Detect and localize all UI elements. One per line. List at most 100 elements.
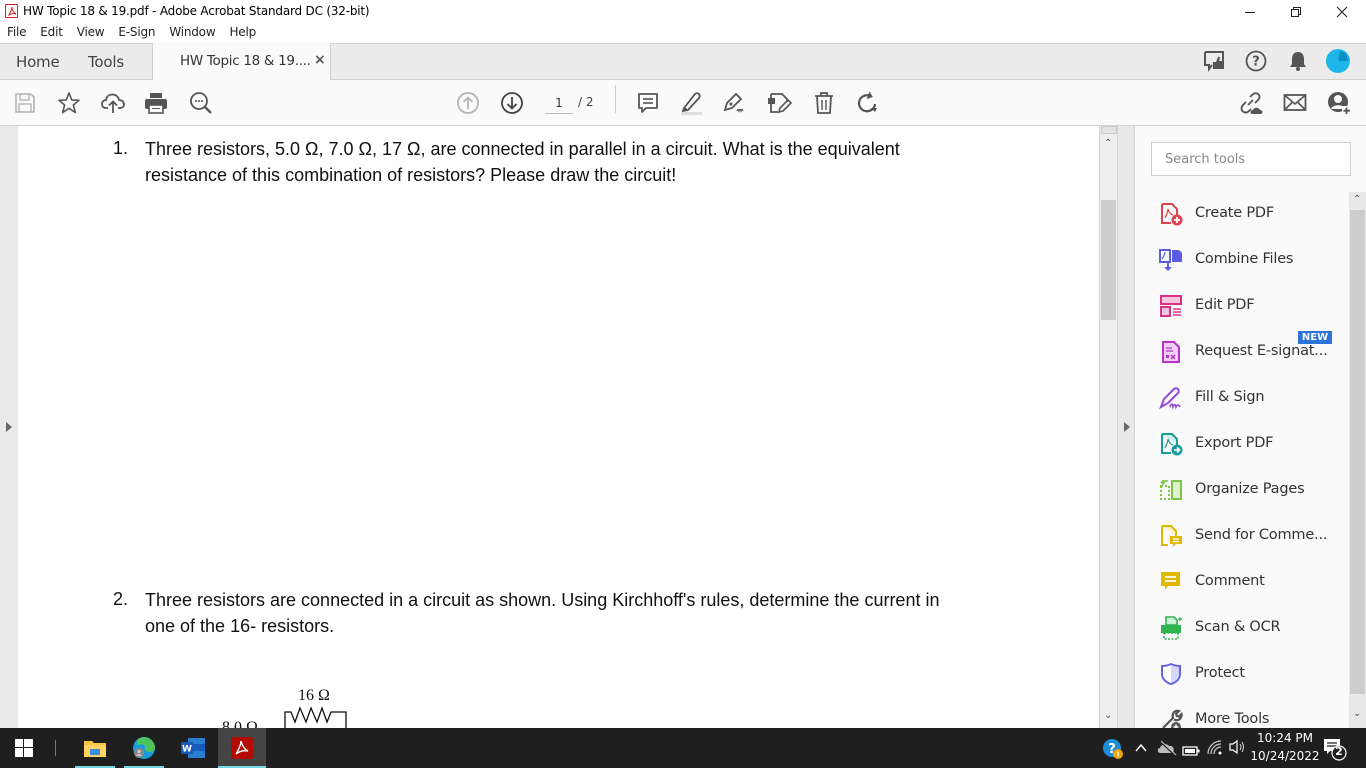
menu-window[interactable]: Window — [162, 23, 222, 43]
clock-time[interactable]: 10:24 PM — [1250, 731, 1320, 745]
tool-export-pdf[interactable]: Export PDF — [1159, 430, 1339, 458]
scroll-up-icon[interactable]: ⌃ — [1104, 138, 1112, 149]
scroll-down-icon[interactable]: ⌄ — [1104, 710, 1112, 721]
tab-tools[interactable]: Tools — [88, 53, 124, 71]
tool-label: More Tools — [1195, 711, 1270, 727]
menu-view[interactable]: View — [70, 23, 112, 43]
page-number-input[interactable]: 1 — [545, 92, 573, 114]
taskbar-file-explorer[interactable] — [75, 728, 115, 768]
bookmark-star-icon[interactable] — [56, 90, 82, 116]
tool-label: Organize Pages — [1195, 481, 1305, 497]
search-zoom-icon[interactable] — [188, 90, 214, 116]
toolbar-separator — [615, 85, 616, 113]
tools-scrollbar[interactable]: ⌃ ⌄ — [1349, 192, 1366, 728]
tool-edit-pdf[interactable]: Edit PDF — [1159, 292, 1339, 320]
menu-help[interactable]: Help — [222, 23, 263, 43]
onedrive-offline-icon[interactable] — [1157, 740, 1177, 760]
edge-browser-icon — [133, 737, 155, 759]
tool-label: Edit PDF — [1195, 297, 1255, 313]
rotate-icon[interactable] — [855, 90, 881, 116]
collapse-right-arrow-icon — [1124, 422, 1130, 432]
tool-create-pdf[interactable]: Create PDF — [1159, 200, 1339, 228]
notification-count: 2 — [1335, 745, 1343, 758]
menu-bar: File Edit View E-Sign Window Help — [0, 23, 1366, 43]
organize-pages-icon — [1160, 479, 1182, 500]
tools-scroll-thumb[interactable] — [1350, 210, 1365, 694]
menu-esign[interactable]: E-Sign — [111, 23, 162, 43]
page-total: / 2 — [578, 95, 594, 109]
windows-logo-icon — [15, 739, 33, 757]
tools-scroll-up-icon[interactable]: ⌃ — [1353, 194, 1361, 205]
document-scrollbar[interactable]: ⌃ ⌄ — [1099, 126, 1117, 728]
comment-icon[interactable] — [635, 90, 661, 116]
save-icon[interactable] — [12, 90, 38, 116]
tool-comment[interactable]: Comment — [1159, 568, 1339, 596]
print-icon[interactable] — [143, 90, 169, 116]
document-viewport[interactable]: 1. Three resistors, 5.0 Ω, 7.0 Ω, 17 Ω, … — [18, 126, 1099, 728]
help-tray-icon[interactable]: ? — [1102, 738, 1124, 764]
menu-file[interactable]: File — [0, 23, 33, 43]
notifications-bell-icon[interactable] — [1286, 49, 1310, 73]
acrobat-icon — [231, 737, 253, 759]
taskbar-edge[interactable] — [124, 728, 164, 768]
edit-text-icon[interactable] — [766, 90, 792, 116]
tab-bar: Home Tools HW Topic 18 & 19.... × — [0, 43, 1366, 80]
question-1-line-2: resistance of this combination of resist… — [145, 165, 677, 185]
tool-fill-sign[interactable]: Fill & Sign — [1159, 384, 1339, 412]
question-1-line-1: Three resistors, 5.0 Ω, 7.0 Ω, 17 Ω, are… — [145, 139, 900, 159]
start-button[interactable] — [4, 728, 44, 768]
search-tools-input[interactable]: Search tools — [1151, 142, 1351, 176]
taskbar-word[interactable]: W — [173, 728, 213, 768]
close-window-button[interactable] — [1319, 0, 1365, 23]
title-bar: HW Topic 18 & 19.pdf - Adobe Acrobat Sta… — [0, 0, 1366, 23]
tool-protect[interactable]: Protect — [1159, 660, 1339, 688]
tool-label: Export PDF — [1195, 435, 1274, 451]
tool-combine-files[interactable]: Combine Files — [1159, 246, 1339, 274]
wifi-icon[interactable] — [1206, 739, 1224, 759]
share-link-icon[interactable] — [1238, 90, 1264, 116]
tool-scan-ocr[interactable]: Scan & OCR — [1159, 614, 1339, 642]
tool-send-for-comments[interactable]: Send for Comme... — [1159, 522, 1339, 550]
volume-icon[interactable] — [1228, 739, 1248, 759]
email-icon[interactable] — [1282, 90, 1308, 116]
tab-home[interactable]: Home — [16, 53, 60, 71]
delete-icon[interactable] — [811, 90, 837, 116]
tools-scroll-down-icon[interactable]: ⌄ — [1353, 708, 1361, 719]
scroll-top-marker — [1101, 126, 1117, 134]
help-icon[interactable]: ? — [1244, 49, 1268, 73]
restore-icon — [1291, 6, 1301, 17]
cloud-upload-icon[interactable] — [100, 90, 126, 116]
restore-button[interactable] — [1273, 0, 1319, 23]
tool-organize-pages[interactable]: Organize Pages — [1159, 476, 1339, 504]
clock-date[interactable]: 10/24/2022 — [1250, 749, 1320, 763]
tool-label: Fill & Sign — [1195, 389, 1265, 405]
next-page-icon[interactable] — [499, 90, 525, 116]
toolbar: 1 / 2 — [0, 80, 1366, 126]
share-review-icon[interactable] — [1203, 49, 1227, 73]
user-avatar[interactable] — [1326, 49, 1350, 73]
export-pdf-icon — [1161, 433, 1183, 456]
combine-files-icon — [1159, 249, 1182, 271]
question-2-line-2: one of the 16- resistors. — [145, 616, 335, 636]
resistor-8-label: 8.0 Ω — [222, 719, 258, 728]
document-scroll-thumb[interactable] — [1101, 200, 1116, 320]
show-hidden-icons-icon[interactable] — [1134, 740, 1148, 759]
add-user-icon[interactable] — [1326, 90, 1352, 116]
tab-document[interactable]: HW Topic 18 & 19.... × — [152, 43, 331, 80]
right-panel-toggle[interactable] — [1117, 126, 1135, 728]
left-panel-toggle[interactable] — [0, 126, 18, 728]
prev-page-icon[interactable] — [455, 90, 481, 116]
minimize-button[interactable] — [1227, 0, 1273, 23]
battery-icon[interactable] — [1182, 742, 1200, 761]
action-center-button[interactable]: 2 — [1322, 737, 1348, 761]
sign-pen-icon[interactable] — [721, 90, 747, 116]
menu-edit[interactable]: Edit — [33, 23, 69, 43]
taskbar-acrobat[interactable] — [218, 728, 266, 768]
close-tab-button[interactable]: × — [314, 52, 326, 68]
question-1-text: Three resistors, 5.0 Ω, 7.0 Ω, 17 Ω, are… — [145, 136, 1025, 188]
window-title: HW Topic 18 & 19.pdf - Adobe Acrobat Sta… — [23, 4, 370, 18]
highlight-icon[interactable] — [678, 90, 704, 116]
acrobat-app-icon — [5, 4, 18, 18]
tool-label: Combine Files — [1195, 251, 1294, 267]
create-pdf-icon — [1161, 203, 1183, 226]
